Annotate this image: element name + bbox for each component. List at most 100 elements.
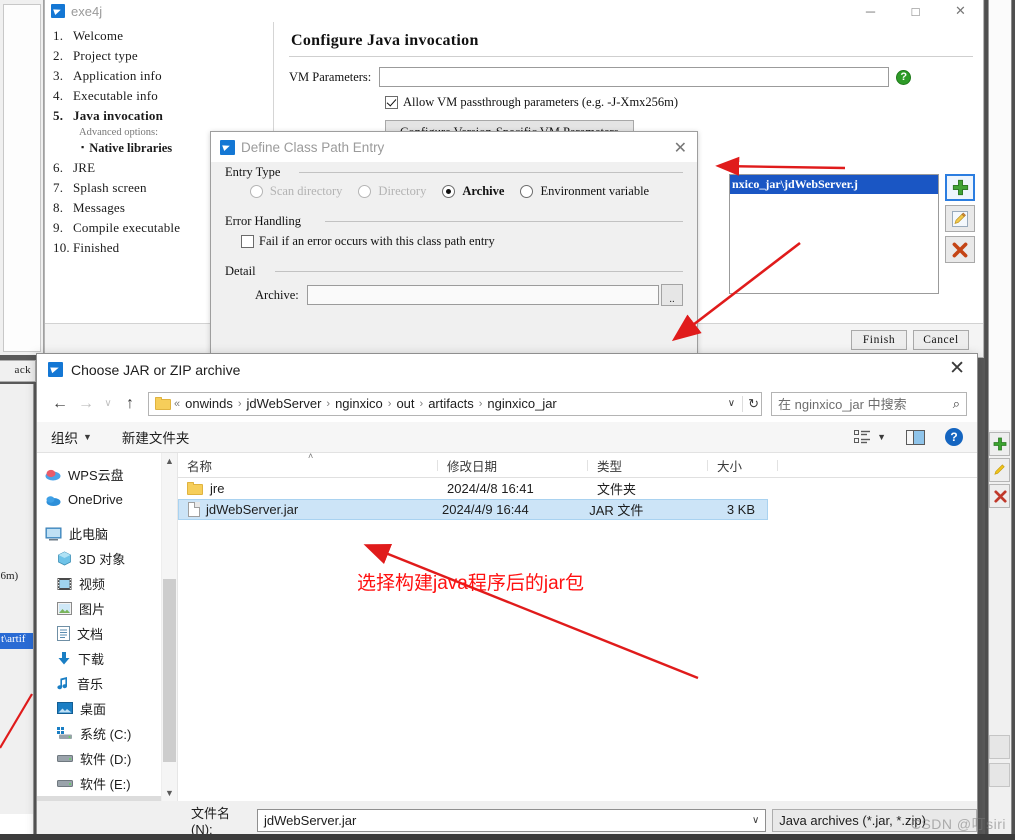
sidebar-item-project-type[interactable]: 2. Project type bbox=[49, 46, 239, 66]
new-folder-button[interactable]: 新建文件夹 bbox=[122, 427, 190, 447]
radio-scan-directory[interactable] bbox=[249, 185, 263, 198]
file-dialog-titlebar[interactable]: Choose JAR or ZIP archive ✕ bbox=[37, 354, 977, 385]
sidebar-item-application-info[interactable]: 3. Application info bbox=[49, 66, 239, 86]
bg-right-button-4[interactable] bbox=[989, 735, 1010, 759]
radio-environment-variable[interactable] bbox=[520, 185, 534, 198]
column-header-modified[interactable]: 修改日期 bbox=[438, 456, 588, 475]
step-number: 5. bbox=[53, 108, 64, 123]
table-row[interactable]: jdWebServer.jar 2024/4/9 16:44 JAR 文件 3 … bbox=[178, 499, 768, 520]
forward-icon[interactable]: → bbox=[73, 391, 99, 417]
vm-parameters-input[interactable] bbox=[379, 67, 890, 87]
table-row[interactable]: jre 2024/4/8 16:41 文件夹 bbox=[178, 478, 977, 499]
breadcrumb[interactable]: « onwinds › jdWebServer › nginxico › out… bbox=[148, 391, 762, 416]
add-classpath-button[interactable] bbox=[945, 174, 975, 201]
archive-input[interactable] bbox=[306, 285, 659, 305]
refresh-icon[interactable]: ↻ bbox=[742, 395, 759, 412]
breadcrumb-item-onwinds[interactable]: onwinds bbox=[183, 396, 235, 411]
sidebar-item-downloads[interactable]: 下载 bbox=[37, 646, 177, 671]
close-icon[interactable]: ✕ bbox=[674, 138, 687, 158]
up-icon[interactable]: ↑ bbox=[117, 391, 143, 417]
cancel-button[interactable]: Cancel bbox=[913, 330, 969, 350]
chevron-down-icon[interactable]: ∨ bbox=[721, 398, 742, 409]
column-header-type[interactable]: 类型 bbox=[588, 456, 708, 475]
allow-passthrough-checkbox[interactable] bbox=[385, 96, 398, 109]
sidebar-item-documents[interactable]: 文档 bbox=[37, 621, 177, 646]
maximize-button[interactable]: □ bbox=[893, 0, 938, 22]
radio-directory[interactable] bbox=[358, 185, 372, 198]
sidebar-item-java-invocation[interactable]: 5. Java invocation bbox=[49, 106, 239, 126]
file-dialog-toolbar: 组织 ▼ 新建文件夹 ▼ ? bbox=[37, 422, 977, 453]
sidebar-item-wps-cloud[interactable]: WPS云盘 bbox=[37, 462, 177, 487]
breadcrumb-item-jdwebserver[interactable]: jdWebServer bbox=[245, 396, 324, 411]
bg-right-edit-button[interactable] bbox=[989, 458, 1010, 482]
scrollbar-thumb[interactable] bbox=[163, 579, 176, 762]
sidebar-item-3d-objects[interactable]: 3D 对象 bbox=[37, 546, 177, 571]
search-icon[interactable]: ⌕ bbox=[953, 396, 960, 412]
sidebar-item-this-pc[interactable]: 此电脑 bbox=[37, 521, 177, 546]
preview-pane-icon[interactable] bbox=[906, 429, 925, 445]
sidebar-item-onedrive[interactable]: OneDrive bbox=[37, 487, 177, 512]
allow-passthrough-row[interactable]: Allow VM passthrough parameters (e.g. -J… bbox=[277, 87, 981, 110]
background-back-button[interactable]: ack bbox=[0, 360, 36, 382]
background-selected-path: t\artif bbox=[0, 633, 33, 649]
sidebar-item-drive-e[interactable]: 软件 (E:) bbox=[37, 771, 177, 796]
breadcrumb-item-nginxico-jar[interactable]: nginxico_jar bbox=[485, 396, 558, 411]
recent-locations-icon[interactable]: ∨ bbox=[99, 391, 117, 417]
sidebar-item-label: 音乐 bbox=[77, 677, 104, 692]
sidebar-item-videos[interactable]: 视频 bbox=[37, 571, 177, 596]
breadcrumb-item-out[interactable]: out bbox=[394, 396, 416, 411]
breadcrumb-item-nginxico[interactable]: nginxico bbox=[333, 396, 385, 411]
search-input[interactable]: 在 nginxico_jar 中搜索 ⌕ bbox=[771, 391, 967, 416]
remove-classpath-button[interactable] bbox=[945, 236, 975, 263]
breadcrumb-item-artifacts[interactable]: artifacts bbox=[426, 396, 476, 411]
close-button[interactable]: ✕ bbox=[938, 0, 983, 22]
bg-right-button-5[interactable] bbox=[989, 763, 1010, 787]
browse-button[interactable]: .. bbox=[661, 284, 683, 306]
change-view-button[interactable]: ▼ bbox=[854, 429, 886, 445]
videos-icon bbox=[57, 577, 72, 590]
fail-on-error-label: Fail if an error occurs with this class … bbox=[259, 234, 495, 248]
scroll-down-icon[interactable]: ▼ bbox=[162, 785, 177, 801]
minimize-button[interactable]: ─ bbox=[848, 0, 893, 22]
sidebar-item-pictures[interactable]: 图片 bbox=[37, 596, 177, 621]
help-icon[interactable]: ? bbox=[945, 428, 963, 446]
filename-input[interactable]: jdWebServer.jar ∨ bbox=[257, 808, 767, 832]
define-class-path-entry-dialog: Define Class Path Entry ✕ Entry Type Sca… bbox=[210, 131, 698, 355]
classpath-list[interactable]: nxico_jar\jdWebServer.j bbox=[729, 174, 939, 294]
file-size: 3 KB bbox=[726, 502, 755, 517]
edit-classpath-button[interactable] bbox=[945, 205, 975, 232]
classpath-selected-entry[interactable]: nxico_jar\jdWebServer.j bbox=[730, 175, 938, 194]
sidebar-item-label: 软件 (D:) bbox=[80, 752, 132, 767]
class-path-dialog-titlebar[interactable]: Define Class Path Entry ✕ bbox=[211, 132, 697, 162]
breadcrumb-separator: › bbox=[478, 397, 483, 410]
chevron-down-icon[interactable]: ▼ bbox=[877, 432, 886, 442]
sidebar-item-system-c[interactable]: 系统 (C:) bbox=[37, 721, 177, 746]
exe4j-titlebar[interactable]: exe4j ─ □ ✕ bbox=[45, 0, 983, 22]
organize-button[interactable]: 组织 ▼ bbox=[51, 427, 92, 447]
finish-button[interactable]: Finish bbox=[851, 330, 907, 350]
sidebar-item-music[interactable]: 音乐 bbox=[37, 671, 177, 696]
entry-type-group: Entry Type Scan directory Directory Arch… bbox=[225, 165, 683, 199]
bg-right-delete-button[interactable] bbox=[989, 484, 1010, 508]
sidebar-item-drive-d[interactable]: 软件 (D:) bbox=[37, 746, 177, 771]
close-icon[interactable]: ✕ bbox=[949, 359, 965, 379]
scroll-up-icon[interactable]: ▲ bbox=[162, 453, 177, 469]
navigation-pane-scrollbar[interactable]: ▲ ▼ bbox=[161, 453, 177, 801]
background-window-right-content bbox=[989, 0, 1011, 430]
step-label: Finished bbox=[73, 240, 120, 255]
background-window-left-content bbox=[3, 4, 41, 352]
bg-right-add-button[interactable] bbox=[989, 432, 1010, 456]
chevron-down-icon[interactable]: ∨ bbox=[752, 815, 759, 826]
sidebar-item-executable-info[interactable]: 4. Executable info bbox=[49, 86, 239, 106]
background-passthrough-text: x256m) bbox=[0, 570, 19, 582]
sidebar-item-welcome[interactable]: 1. Welcome bbox=[49, 26, 239, 46]
sidebar-item-desktop[interactable]: 桌面 bbox=[37, 696, 177, 721]
back-icon[interactable]: ← bbox=[47, 391, 73, 417]
sidebar-item-label: 视频 bbox=[79, 577, 106, 592]
column-header-size[interactable]: 大小 bbox=[708, 456, 778, 475]
fail-on-error-checkbox[interactable] bbox=[241, 235, 254, 248]
help-icon[interactable]: ? bbox=[896, 69, 912, 85]
radio-archive[interactable] bbox=[442, 185, 456, 198]
filetype-value: Java archives (*.jar, *.zip) bbox=[779, 812, 926, 828]
exe4j-title-label: exe4j bbox=[71, 3, 103, 19]
